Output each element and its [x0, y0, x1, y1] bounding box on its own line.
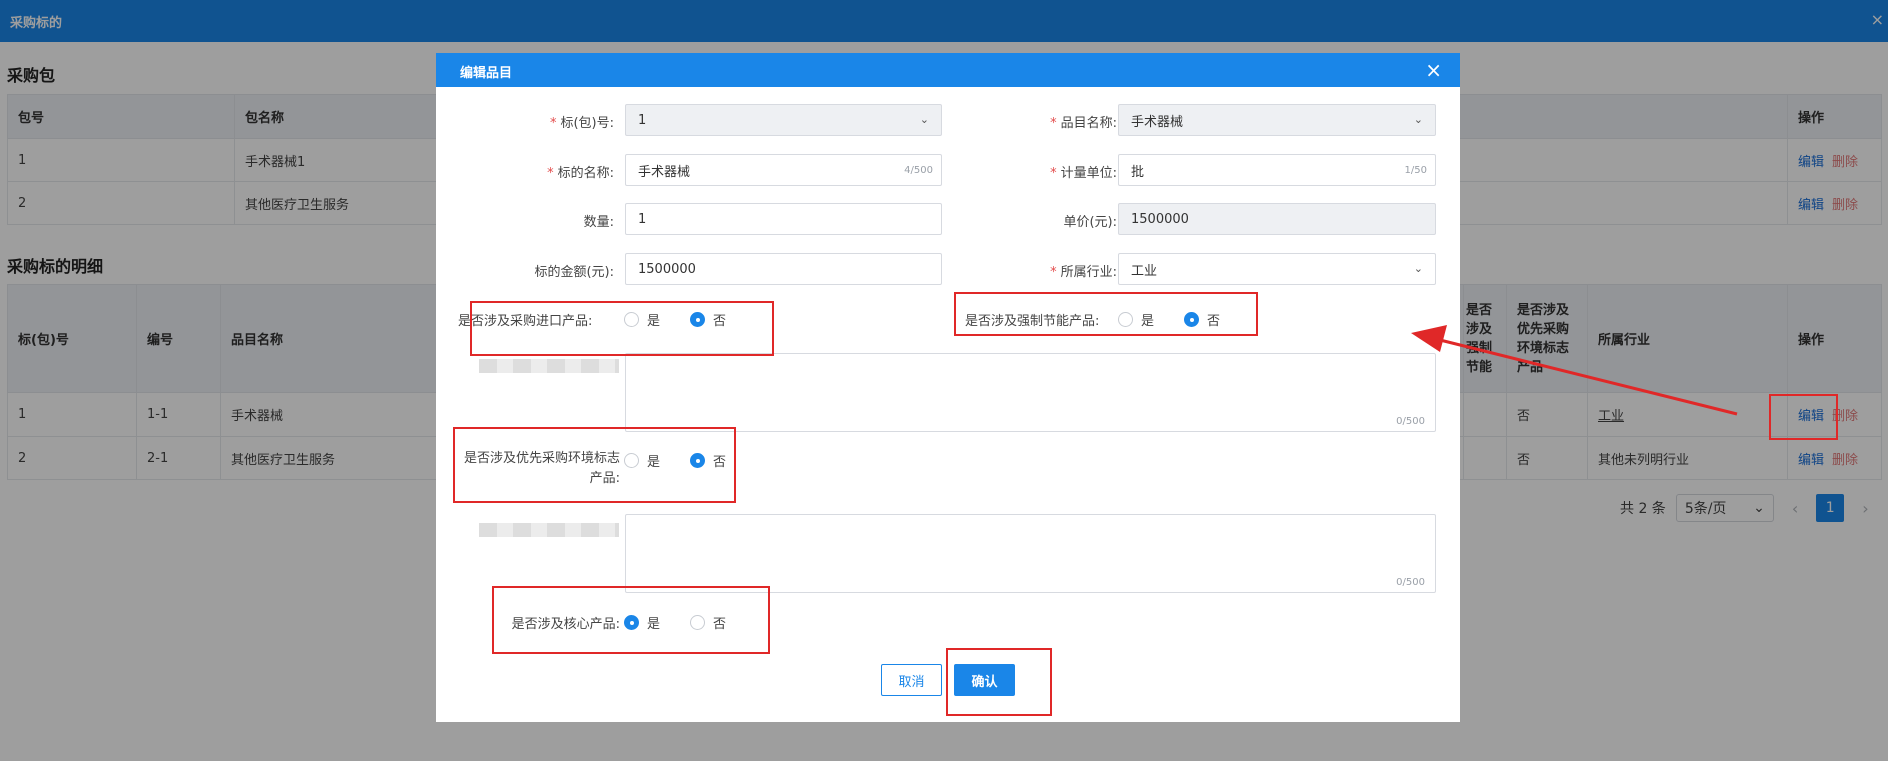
annotation-arrow: [1411, 325, 1738, 416]
